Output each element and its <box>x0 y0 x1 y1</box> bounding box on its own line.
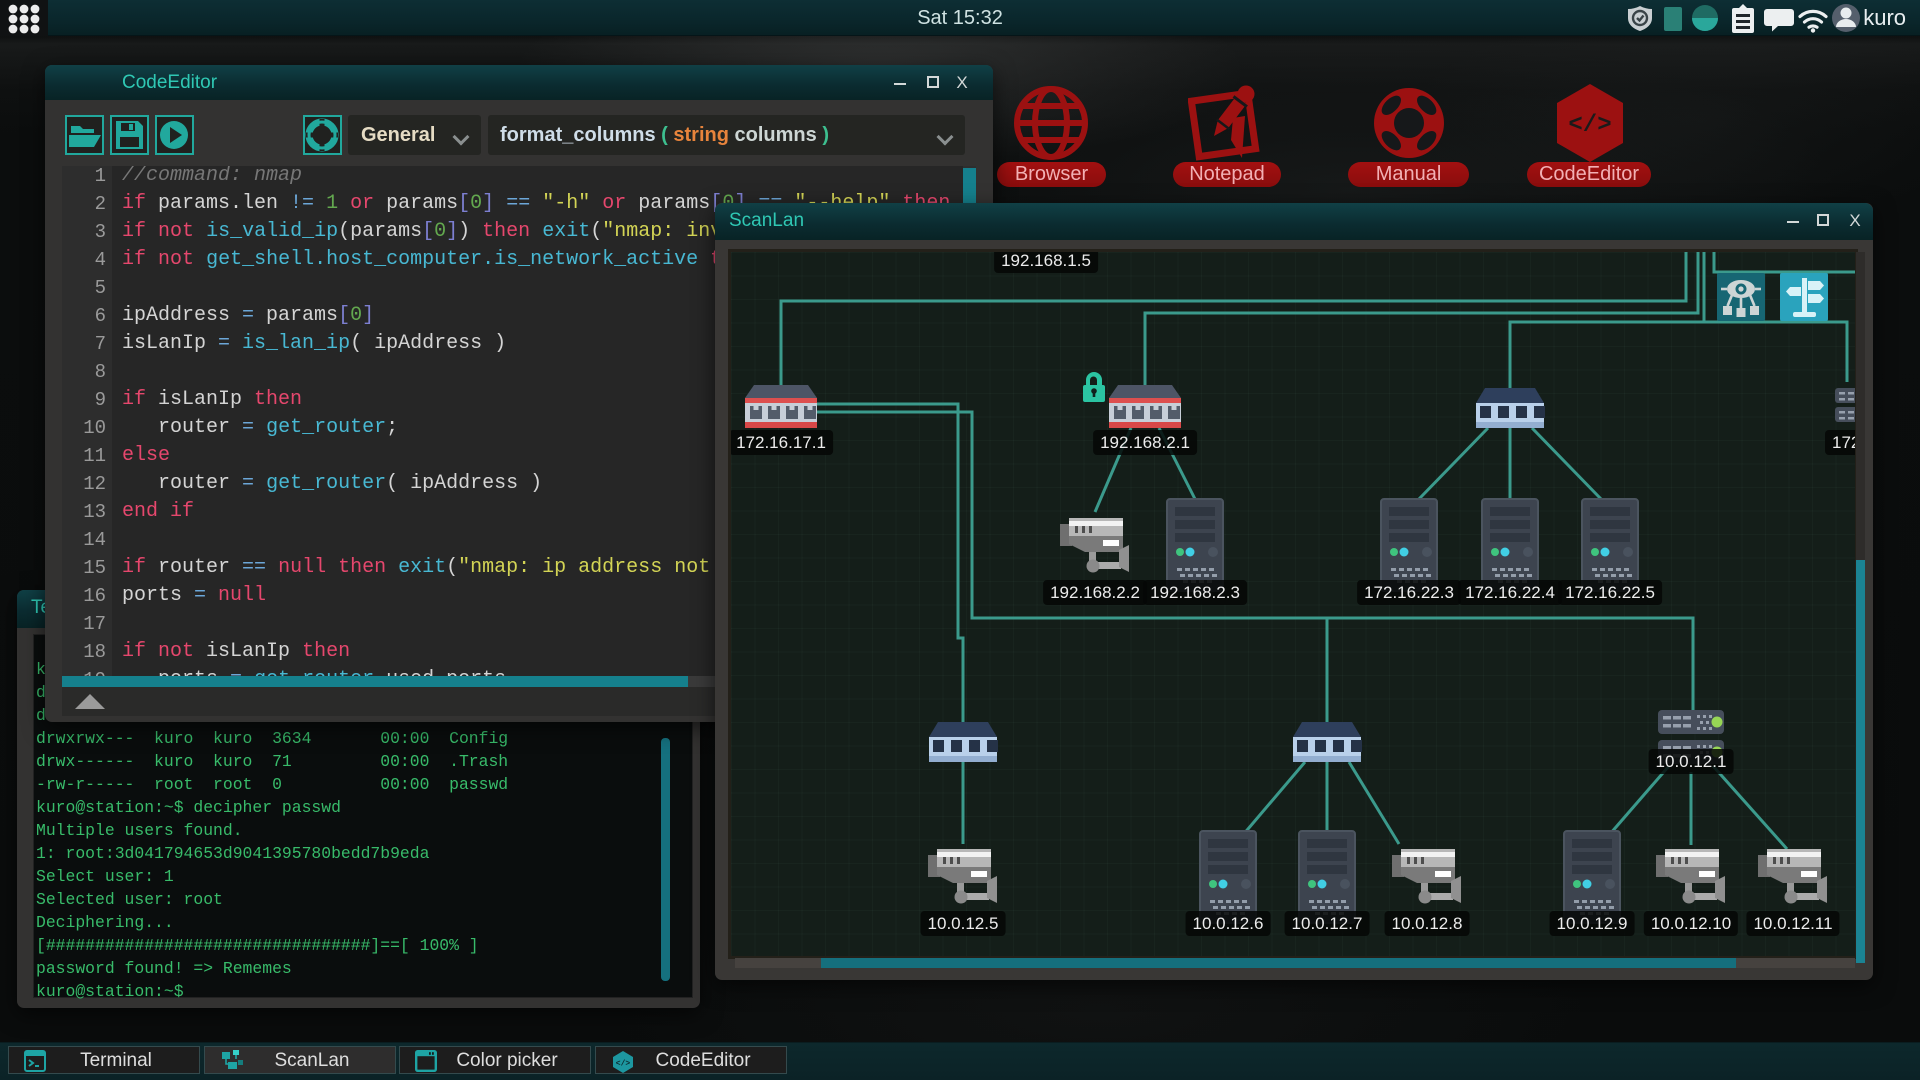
svg-text:</>: </> <box>1568 112 1611 139</box>
